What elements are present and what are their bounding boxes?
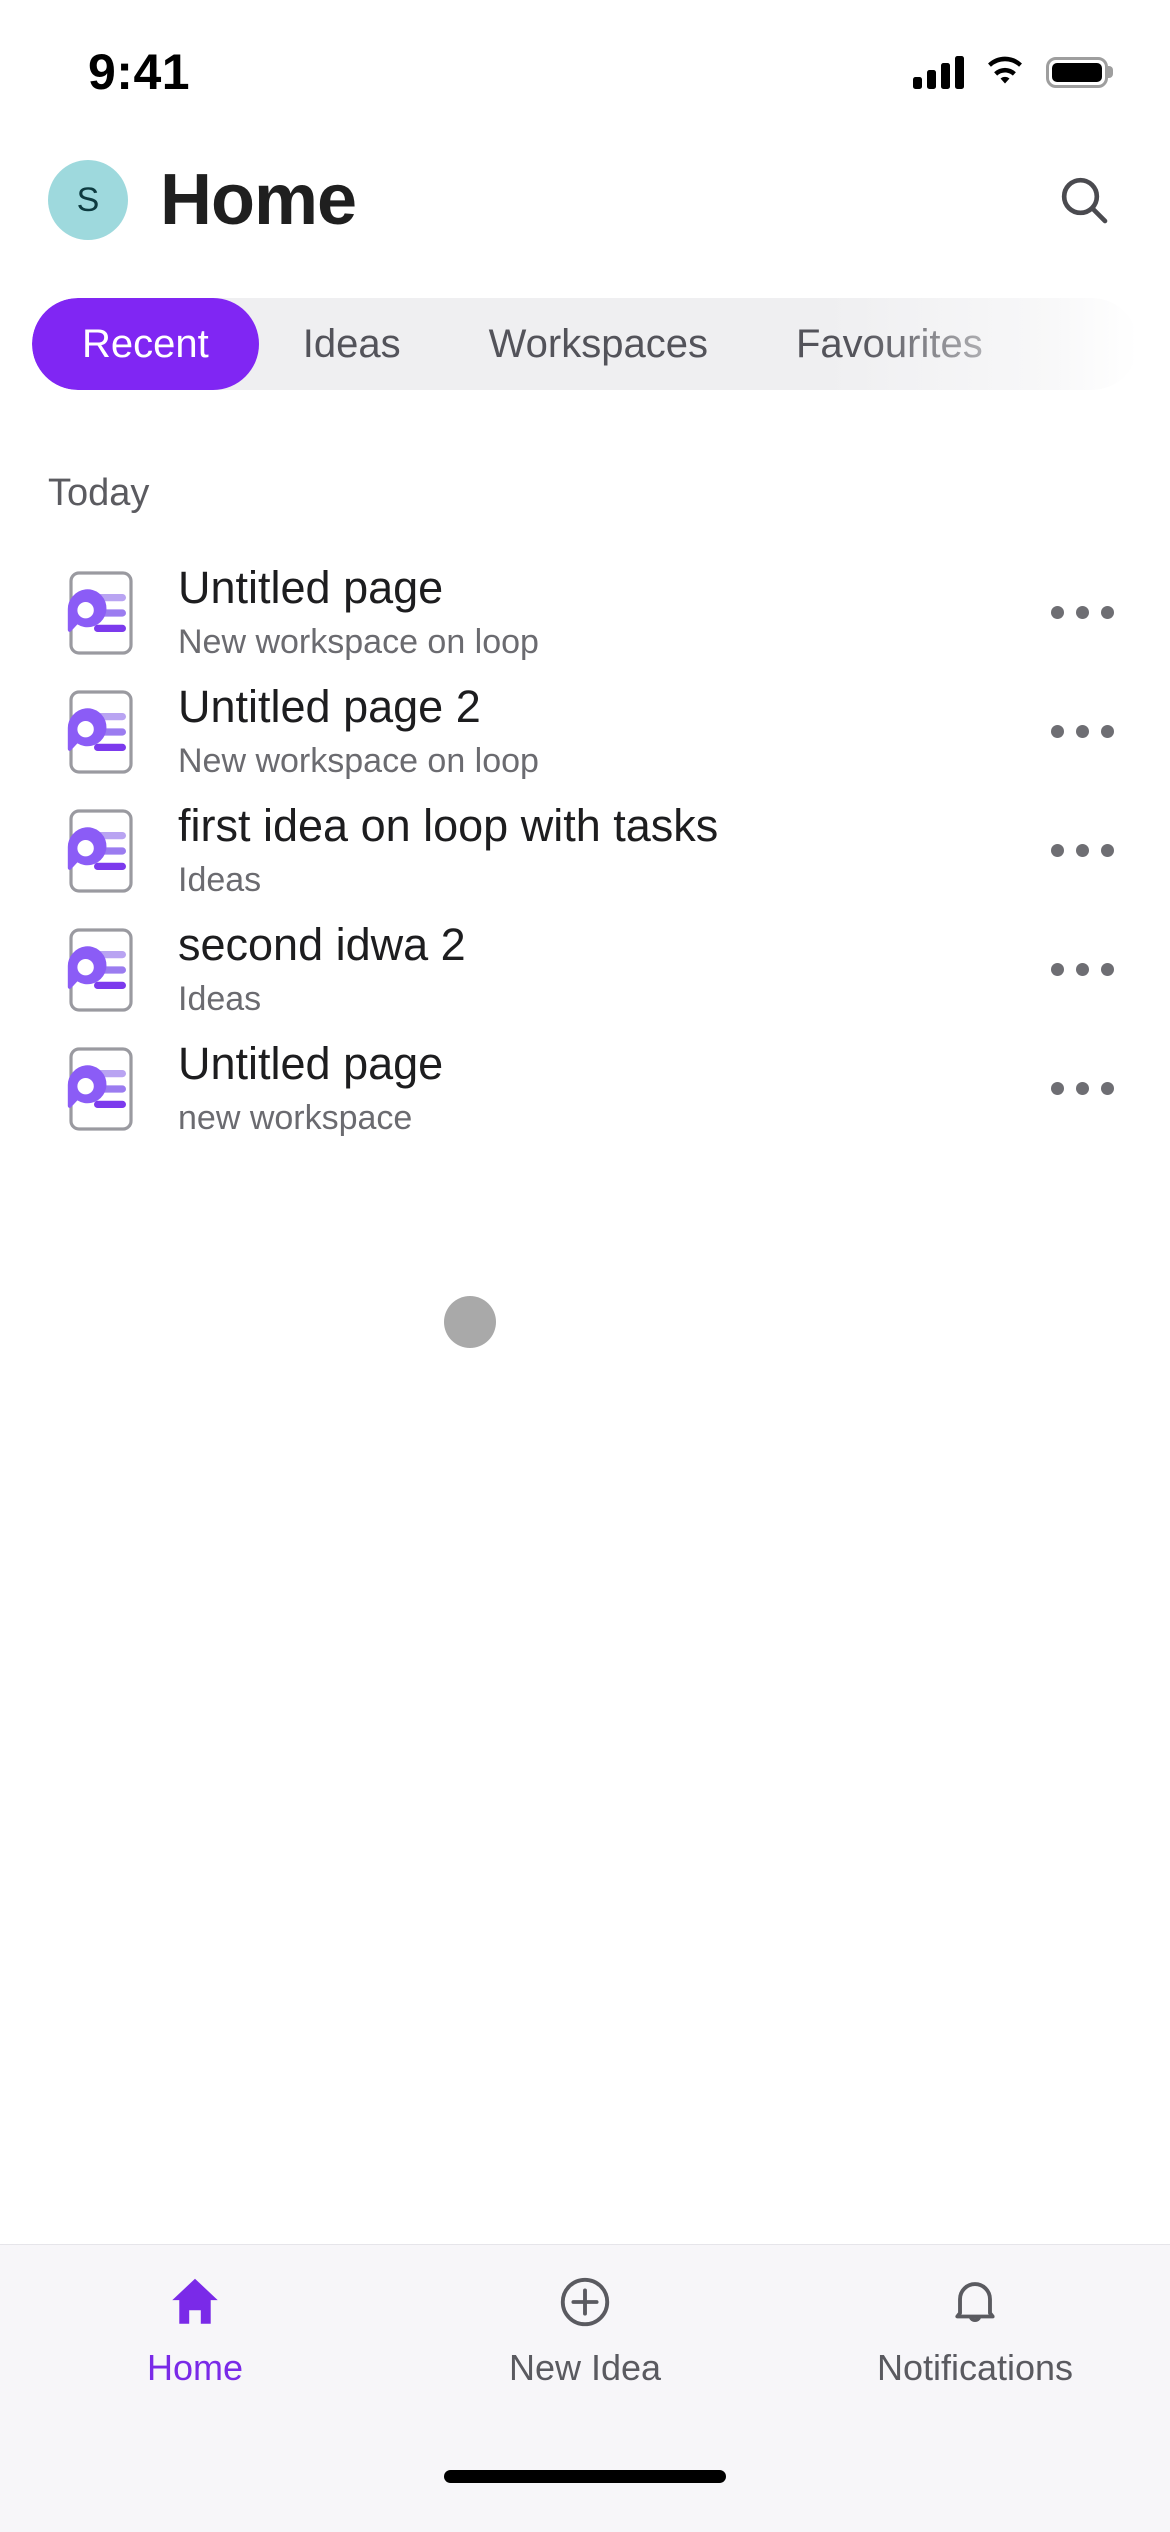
list-item-title: Untitled page bbox=[178, 1038, 444, 1089]
list-item-subtitle: Ideas bbox=[178, 861, 262, 900]
list-item-subtitle: Ideas bbox=[178, 980, 262, 1019]
touch-indicator bbox=[444, 1296, 496, 1348]
avatar[interactable]: S bbox=[48, 160, 128, 240]
more-horizontal-icon[interactable] bbox=[1034, 1041, 1130, 1137]
list-item[interactable]: second idwa 2 Ideas bbox=[0, 910, 1170, 1029]
list-item-title: second idwa 2 bbox=[178, 919, 466, 970]
list-item-text: first idea on loop with tasks Ideas bbox=[178, 801, 1034, 900]
tab-strip: Recent Ideas Workspaces Favourites bbox=[0, 270, 1170, 390]
list-item-text: second idwa 2 Ideas bbox=[178, 920, 1034, 1019]
list-item-text: Untitled page 2 New workspace on loop bbox=[178, 682, 1034, 781]
list-item-title: first idea on loop with tasks bbox=[178, 800, 719, 851]
page-title: Home bbox=[160, 160, 357, 240]
list-item-text: Untitled page new workspace bbox=[178, 1039, 1034, 1138]
tab-favourites[interactable]: Favourites bbox=[752, 298, 1027, 390]
more-horizontal-icon[interactable] bbox=[1034, 565, 1130, 661]
avatar-initial: S bbox=[76, 180, 100, 219]
tab-ideas-label: Ideas bbox=[302, 321, 401, 366]
nav-item-home[interactable]: Home bbox=[2, 2271, 388, 2389]
list-item-subtitle: New workspace on loop bbox=[178, 623, 539, 662]
list-item-subtitle: New workspace on loop bbox=[178, 742, 539, 781]
cellular-signal-icon bbox=[913, 55, 964, 89]
tab-workspaces-label: Workspaces bbox=[488, 321, 708, 366]
status-time: 9:41 bbox=[88, 44, 191, 100]
list-item-subtitle: new workspace bbox=[178, 1099, 413, 1138]
search-button[interactable] bbox=[1042, 158, 1126, 242]
tab-recent-label: Recent bbox=[82, 321, 209, 366]
bell-icon bbox=[946, 2271, 1004, 2333]
list-item[interactable]: Untitled page New workspace on loop bbox=[0, 553, 1170, 672]
plus-circle-icon bbox=[556, 2271, 614, 2333]
tab-row: Recent Ideas Workspaces Favourites bbox=[32, 298, 1027, 390]
nav-item-notifications-label: Notifications bbox=[876, 2347, 1074, 2388]
list-item-title: Untitled page bbox=[178, 562, 444, 613]
more-horizontal-icon[interactable] bbox=[1034, 922, 1130, 1018]
home-indicator[interactable] bbox=[444, 2470, 726, 2483]
bottom-navigation: Home New Idea Notifications bbox=[0, 2244, 1170, 2466]
section-header-today: Today bbox=[48, 472, 150, 514]
wifi-icon bbox=[988, 56, 1022, 84]
tab-workspaces[interactable]: Workspaces bbox=[445, 298, 752, 390]
loop-page-icon bbox=[48, 922, 140, 1018]
loop-page-icon bbox=[48, 803, 140, 899]
list-item-text: Untitled page New workspace on loop bbox=[178, 563, 1034, 662]
phone-screen: 9:41 S Home Recent Ideas Workspaces Favo… bbox=[0, 0, 1170, 2532]
nav-item-new-idea[interactable]: New Idea bbox=[392, 2271, 778, 2389]
home-indicator-area bbox=[0, 2466, 1170, 2532]
status-indicators bbox=[913, 55, 1108, 89]
tab-favourites-label: Favourites bbox=[795, 321, 983, 366]
more-horizontal-icon[interactable] bbox=[1034, 803, 1130, 899]
app-header: S Home bbox=[0, 130, 1170, 270]
nav-item-home-label: Home bbox=[146, 2347, 244, 2388]
loop-page-icon bbox=[48, 565, 140, 661]
more-horizontal-icon[interactable] bbox=[1034, 684, 1130, 780]
tab-scroll-container[interactable]: Recent Ideas Workspaces Favourites bbox=[32, 298, 1138, 390]
list-item-title: Untitled page 2 bbox=[178, 681, 481, 732]
tab-ideas[interactable]: Ideas bbox=[259, 298, 445, 390]
nav-item-new-idea-label: New Idea bbox=[508, 2347, 662, 2388]
nav-item-notifications[interactable]: Notifications bbox=[782, 2271, 1168, 2389]
page-list: Untitled page New workspace on loop Unti… bbox=[0, 553, 1170, 1148]
search-icon bbox=[1061, 177, 1108, 224]
content-area: Today Untitled page New workspace on loo… bbox=[0, 390, 1170, 2244]
list-item[interactable]: Untitled page new workspace bbox=[0, 1029, 1170, 1148]
loop-page-icon bbox=[48, 1041, 140, 1137]
list-item[interactable]: first idea on loop with tasks Ideas bbox=[0, 791, 1170, 910]
loop-page-icon bbox=[48, 684, 140, 780]
list-item[interactable]: Untitled page 2 New workspace on loop bbox=[0, 672, 1170, 791]
tab-recent[interactable]: Recent bbox=[32, 298, 259, 390]
battery-full-icon bbox=[1046, 56, 1108, 88]
status-bar: 9:41 bbox=[0, 0, 1170, 130]
home-icon bbox=[166, 2271, 224, 2333]
